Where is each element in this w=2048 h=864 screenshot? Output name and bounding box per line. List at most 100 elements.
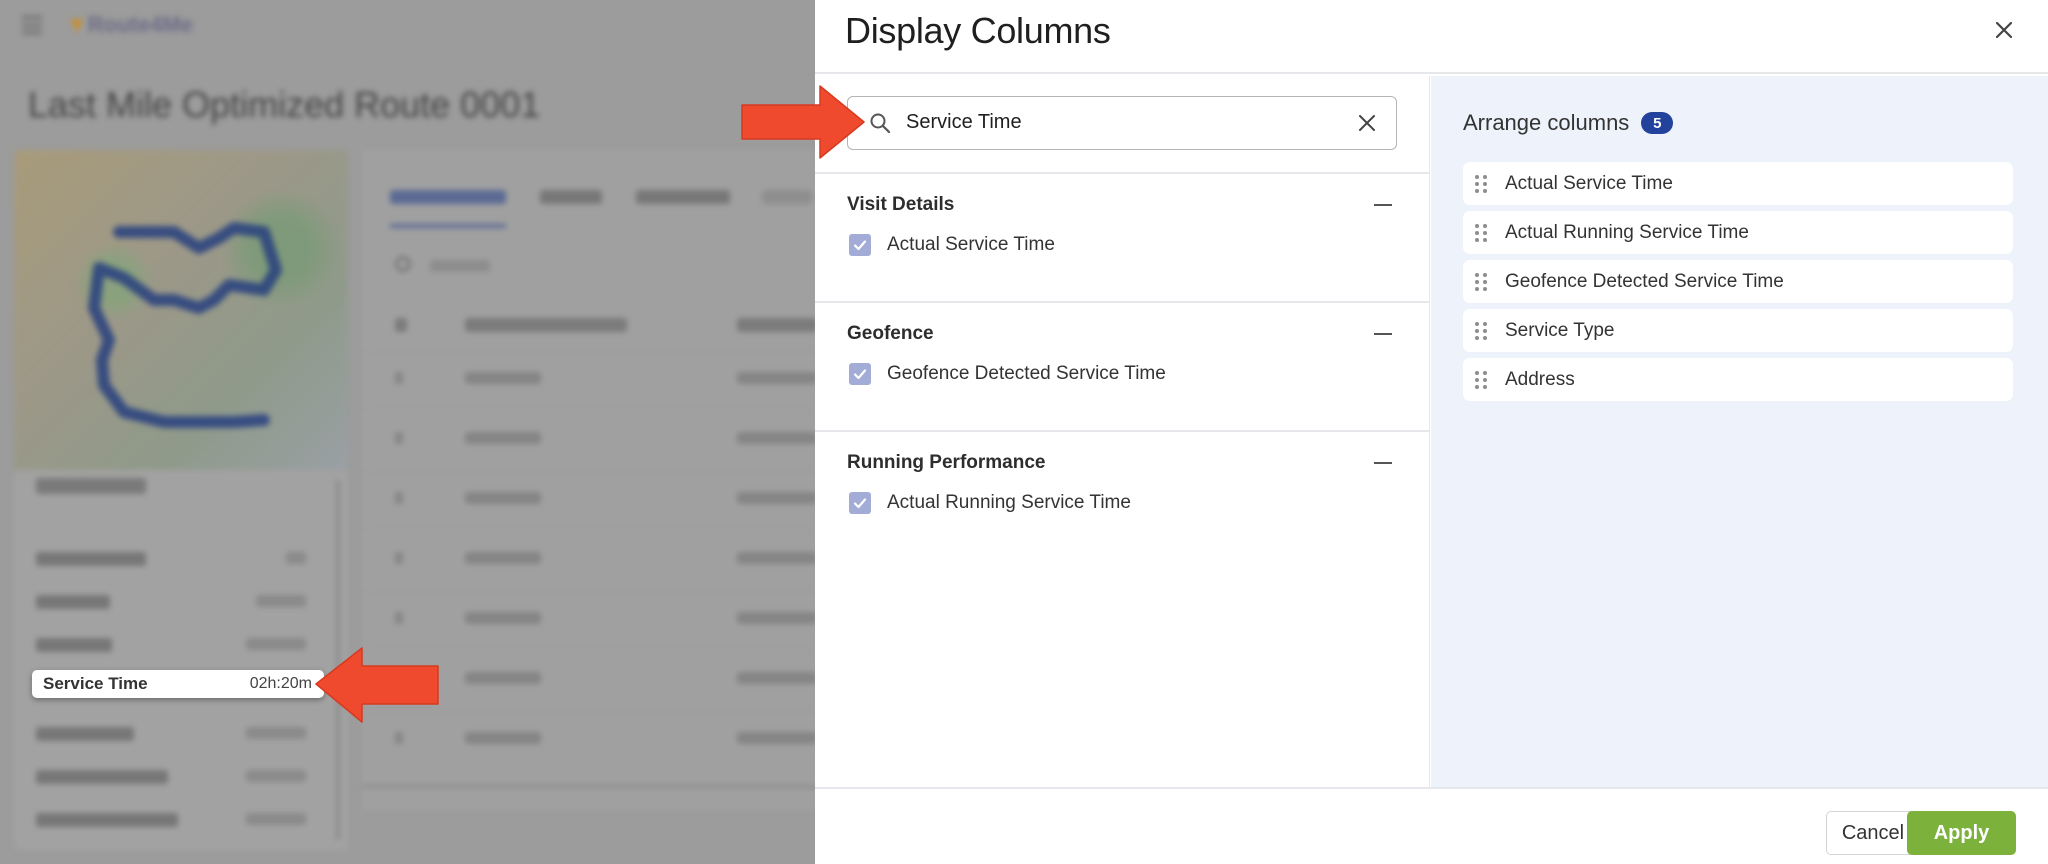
arrange-item-label: Service Type — [1505, 319, 1615, 341]
table-cell — [465, 612, 541, 624]
apply-button[interactable]: Apply — [1907, 811, 2016, 855]
arrange-item-label: Actual Running Service Time — [1505, 221, 1749, 243]
arrange-list: Actual Service Time Actual Running Servi… — [1463, 162, 2013, 407]
drag-handle-icon[interactable] — [1475, 174, 1487, 193]
table-divider — [362, 530, 815, 531]
column-header — [465, 318, 627, 332]
checkmark-icon — [853, 240, 867, 251]
table-cell — [465, 732, 541, 744]
table-cell — [737, 432, 815, 444]
tab-more — [762, 190, 812, 204]
table-divider — [362, 410, 815, 411]
arrange-columns-title: Arrange columns — [1463, 110, 1630, 135]
tab-destinations — [390, 190, 506, 204]
drawer-header: Display Columns — [815, 0, 2048, 74]
search-icon — [870, 113, 891, 134]
table-cell — [465, 552, 541, 564]
background-app: ▼Route4Me Last Mile Optimized Route 0001 — [0, 0, 815, 864]
route-date — [36, 478, 146, 494]
clear-search-icon[interactable] — [1356, 112, 1378, 134]
table-cell — [737, 732, 815, 744]
arrange-item[interactable]: Actual Service Time — [1463, 162, 2013, 205]
column-count-badge: 5 — [1641, 112, 1674, 134]
arrange-columns-panel: Arrange columns 5 Actual Service Time Ac… — [1431, 76, 2048, 787]
app-logo: ▼Route4Me — [66, 12, 193, 37]
table-cell — [737, 672, 815, 684]
table-divider — [362, 470, 815, 471]
drawer-footer: Cancel Apply — [815, 787, 2048, 864]
table-cell — [395, 552, 403, 564]
arrange-item[interactable]: Geofence Detected Service Time — [1463, 260, 2013, 303]
hamburger-menu-icon — [22, 16, 42, 34]
group-running-performance: Running Performance Actual Running Servi… — [815, 432, 1430, 561]
table-cell — [395, 492, 403, 504]
table-search-icon — [395, 256, 411, 272]
group-title: Running Performance — [847, 452, 1046, 473]
service-time-stat: Service Time 02h:20m — [32, 670, 324, 698]
checkbox-checked[interactable] — [849, 492, 871, 514]
route-title: Last Mile Optimized Route 0001 — [28, 84, 541, 125]
collapse-minus-icon[interactable] — [1374, 462, 1392, 464]
option-label: Actual Running Service Time — [887, 492, 1131, 513]
column-option[interactable]: Actual Running Service Time — [849, 492, 1131, 514]
close-button[interactable] — [1990, 16, 2018, 44]
column-search-field[interactable] — [847, 96, 1397, 150]
table-bottom-border — [362, 785, 815, 788]
table-cell — [737, 612, 815, 624]
stat-row — [36, 552, 306, 566]
display-columns-drawer: Display Columns Visit Details — [815, 0, 2048, 864]
table-cell — [737, 492, 815, 504]
option-label: Actual Service Time — [887, 234, 1055, 255]
stat-row — [36, 595, 306, 609]
arrange-item[interactable]: Service Type — [1463, 309, 2013, 352]
drag-handle-icon[interactable] — [1475, 272, 1487, 291]
service-time-label: Service Time — [43, 674, 148, 693]
arrange-item[interactable]: Address — [1463, 358, 2013, 401]
drag-handle-icon[interactable] — [1475, 223, 1487, 242]
annotation-arrow-left-icon — [315, 647, 439, 723]
checkbox-checked[interactable] — [849, 363, 871, 385]
tab-orders — [540, 190, 602, 204]
column-picker: Visit Details Actual Service Time Geofen… — [815, 76, 1430, 787]
close-icon — [1995, 21, 2013, 39]
column-header — [737, 318, 815, 332]
arrange-item-label: Actual Service Time — [1505, 172, 1673, 194]
drawer-title: Display Columns — [845, 10, 1111, 51]
table-cell — [465, 372, 541, 384]
checkbox-checked[interactable] — [849, 234, 871, 256]
collapse-minus-icon[interactable] — [1374, 204, 1392, 206]
collapse-minus-icon[interactable] — [1374, 333, 1392, 335]
route-path — [88, 222, 282, 428]
table-cell — [737, 552, 815, 564]
column-option[interactable]: Actual Service Time — [849, 234, 1055, 256]
cancel-button[interactable]: Cancel — [1826, 811, 1920, 855]
drag-handle-icon[interactable] — [1475, 370, 1487, 389]
arrange-item[interactable]: Actual Running Service Time — [1463, 211, 2013, 254]
group-title: Visit Details — [847, 194, 955, 215]
column-header — [395, 318, 407, 332]
stat-row — [36, 770, 306, 784]
table-cell — [465, 672, 541, 684]
checkmark-icon — [853, 369, 867, 380]
service-time-value: 02h:20m — [249, 675, 312, 692]
stat-row — [36, 727, 306, 741]
table-divider — [362, 350, 815, 351]
tab-directions — [636, 190, 730, 204]
route-summary-card — [14, 470, 348, 850]
annotation-arrow-right-icon — [741, 85, 865, 159]
column-option[interactable]: Geofence Detected Service Time — [849, 363, 1166, 385]
column-search-input[interactable] — [906, 97, 1326, 148]
table-cell — [395, 432, 403, 444]
table-cell — [395, 612, 403, 624]
top-bar: ▼Route4Me — [0, 0, 815, 52]
stat-row — [36, 638, 306, 652]
arrange-item-label: Address — [1505, 368, 1575, 390]
group-visit-details: Visit Details Actual Service Time — [815, 174, 1430, 303]
drag-handle-icon[interactable] — [1475, 321, 1487, 340]
table-cell — [737, 372, 815, 384]
table-divider — [362, 590, 815, 591]
group-geofence: Geofence Geofence Detected Service Time — [815, 303, 1430, 432]
table-cell — [395, 372, 403, 384]
arrange-item-label: Geofence Detected Service Time — [1505, 270, 1784, 292]
checkmark-icon — [853, 498, 867, 509]
